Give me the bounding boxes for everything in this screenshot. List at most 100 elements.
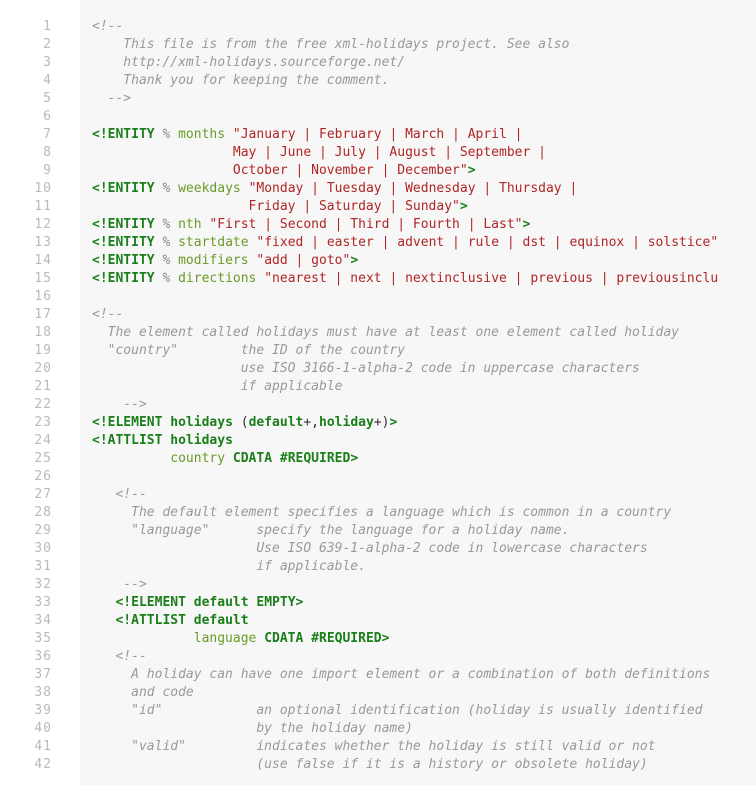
code-line: May | June | July | August | September | <box>92 144 756 162</box>
line-number: 14 <box>0 252 80 270</box>
code-token: "language" specify the language for a ho… <box>92 523 569 538</box>
code-token: --> <box>92 397 147 412</box>
code-token: --> <box>92 577 147 592</box>
code-token: weekdays <box>178 181 241 196</box>
code-viewer: 1234567891011121314151617181920212223242… <box>0 0 756 785</box>
code-line: <!ELEMENT holidays (default+,holiday+)> <box>92 414 756 432</box>
code-token: > <box>296 595 304 610</box>
code-token: <!ENTITY <box>92 127 155 142</box>
line-number: 36 <box>0 648 80 666</box>
line-number: 4 <box>0 72 80 90</box>
line-number: 34 <box>0 612 80 630</box>
code-token: Thank you for keeping the comment. <box>92 73 389 88</box>
code-line <box>92 468 756 486</box>
code-line: --> <box>92 576 756 594</box>
code-line: <!ELEMENT default EMPTY> <box>92 594 756 612</box>
code-token: directions <box>178 271 256 286</box>
code-line: "valid" indicates whether the holiday is… <box>92 738 756 756</box>
code-token: Friday | Saturday | Sunday" <box>92 199 460 214</box>
code-token: <!ELEMENT <box>92 415 162 430</box>
line-number: 18 <box>0 324 80 342</box>
code-token: default <box>249 415 304 430</box>
code-token: --> <box>92 91 131 106</box>
code-token: by the holiday name) <box>92 721 413 736</box>
code-token: <!-- <box>92 19 123 34</box>
code-token: The element called holidays must have at… <box>92 325 679 340</box>
code-token: <!ATTLIST <box>92 433 162 448</box>
code-token: <!ENTITY <box>92 235 155 250</box>
code-line: A holiday can have one import element or… <box>92 666 756 684</box>
line-number: 25 <box>0 450 80 468</box>
code-line: October | November | December"> <box>92 162 756 180</box>
code-token: > <box>350 253 358 268</box>
code-line: <!ENTITY % modifiers "add | goto"> <box>92 252 756 270</box>
line-number: 13 <box>0 234 80 252</box>
code-token: Use ISO 639-1-alpha-2 code in lowercase … <box>92 541 648 556</box>
code-token <box>92 631 194 646</box>
line-number: 17 <box>0 306 80 324</box>
code-token <box>92 613 115 628</box>
line-number: 28 <box>0 504 80 522</box>
code-line: use ISO 3166-1-alpha-2 code in uppercase… <box>92 360 756 378</box>
code-token: "add | goto" <box>256 253 350 268</box>
line-number: 20 <box>0 360 80 378</box>
code-token: if applicable <box>92 379 342 394</box>
code-token: country <box>170 451 225 466</box>
code-token: > <box>389 415 397 430</box>
code-line: http://xml-holidays.sourceforge.net/ <box>92 54 756 72</box>
code-line: The default element specifies a language… <box>92 504 756 522</box>
line-number: 15 <box>0 270 80 288</box>
line-number-gutter: 1234567891011121314151617181920212223242… <box>0 0 80 785</box>
code-line: by the holiday name) <box>92 720 756 738</box>
line-number: 19 <box>0 342 80 360</box>
code-token <box>241 181 249 196</box>
code-token: "country" the ID of the country <box>92 343 405 358</box>
line-number: 5 <box>0 90 80 108</box>
code-line: <!ENTITY % startdate "fixed | easter | a… <box>92 234 756 252</box>
code-line: "language" specify the language for a ho… <box>92 522 756 540</box>
line-number: 40 <box>0 720 80 738</box>
code-line <box>92 108 756 126</box>
code-token: > <box>350 451 358 466</box>
code-token <box>186 595 194 610</box>
line-number: 21 <box>0 378 80 396</box>
code-token: modifiers <box>178 253 248 268</box>
code-token <box>170 127 178 142</box>
code-token: if applicable. <box>92 559 366 574</box>
code-token: <!ENTITY <box>92 181 155 196</box>
code-token: EMPTY <box>256 595 295 610</box>
code-token: nth <box>178 217 201 232</box>
code-line: <!ENTITY % months "January | February | … <box>92 126 756 144</box>
code-token: <!ENTITY <box>92 253 155 268</box>
code-line: "country" the ID of the country <box>92 342 756 360</box>
line-number: 10 <box>0 180 80 198</box>
code-token: This file is from the free xml-holidays … <box>92 37 569 52</box>
code-line <box>92 288 756 306</box>
code-token: > <box>523 217 531 232</box>
line-number: 12 <box>0 216 80 234</box>
code-token: months <box>178 127 225 142</box>
line-number: 22 <box>0 396 80 414</box>
code-token: <!-- <box>92 649 147 664</box>
code-token: language <box>194 631 257 646</box>
code-area[interactable]: <!-- This file is from the free xml-holi… <box>80 0 756 785</box>
code-line: if applicable <box>92 378 756 396</box>
line-number: 37 <box>0 666 80 684</box>
code-token: (use false if it is a history or obsolet… <box>92 757 648 772</box>
line-number: 41 <box>0 738 80 756</box>
code-token: "First | Second | Third | Fourth | Last" <box>209 217 522 232</box>
code-token <box>92 595 115 610</box>
code-token: "Monday | Tuesday | Wednesday | Thursday… <box>249 181 578 196</box>
code-line: <!ENTITY % weekdays "Monday | Tuesday | … <box>92 180 756 198</box>
code-line: country CDATA #REQUIRED> <box>92 450 756 468</box>
code-token: +) <box>374 415 390 430</box>
code-line: --> <box>92 396 756 414</box>
code-token <box>225 451 233 466</box>
code-token: October | November | December" <box>92 163 468 178</box>
code-token: <!-- <box>92 487 147 502</box>
line-number: 33 <box>0 594 80 612</box>
code-token <box>170 271 178 286</box>
code-line: This file is from the free xml-holidays … <box>92 36 756 54</box>
line-number: 6 <box>0 108 80 126</box>
code-token: #REQUIRED <box>280 451 350 466</box>
